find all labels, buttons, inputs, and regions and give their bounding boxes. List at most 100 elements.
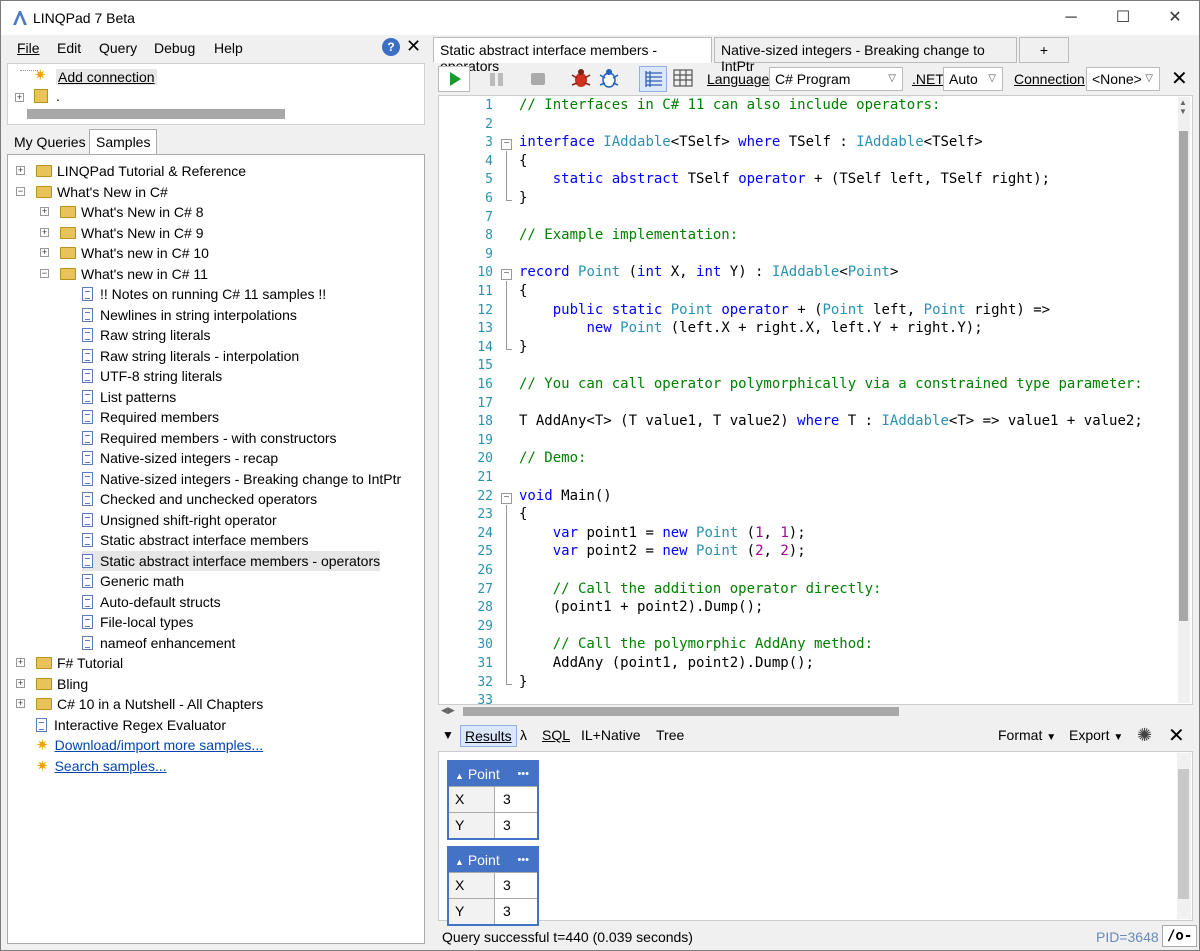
tab-static-abstract-operators[interactable]: Static abstract interface members - oper… — [433, 37, 712, 74]
menu-query[interactable]: Query — [99, 40, 137, 56]
close-query-icon[interactable]: ✕ — [1171, 66, 1188, 91]
tree-item[interactable]: What's New in C# 9 — [60, 223, 204, 243]
caret-down-icon: ▼ — [1046, 732, 1057, 743]
menu-help[interactable]: Help — [214, 40, 243, 56]
optimize-toggle[interactable]: /o- — [1162, 925, 1198, 947]
tab-my-queries[interactable]: My Queries — [7, 129, 93, 155]
document-icon — [82, 594, 93, 609]
tree-item[interactable]: Required members — [82, 407, 219, 427]
tree-item[interactable]: ✷ Search samples... — [36, 756, 167, 776]
tab-sql[interactable]: SQL — [542, 727, 570, 743]
tree-item[interactable]: Checked and unchecked operators — [82, 489, 317, 509]
code-editor[interactable]: 1 // Interfaces in C# 11 can also include… — [438, 95, 1193, 705]
format-menu[interactable]: Format ▼ — [998, 727, 1056, 743]
tree-item[interactable]: List patterns — [82, 387, 176, 407]
rich-text-view-button[interactable] — [639, 66, 667, 92]
tree-item[interactable]: !! Notes on running C# 11 samples !! — [82, 284, 326, 304]
help-icon[interactable]: ? — [382, 38, 400, 56]
tree-item[interactable]: C# 10 in a Nutshell - All Chapters — [36, 694, 263, 714]
collapse-icon[interactable]: − — [40, 268, 49, 278]
pause-button[interactable] — [479, 66, 515, 92]
grid-view-button[interactable] — [671, 66, 697, 92]
export-menu[interactable]: Export ▼ — [1069, 727, 1123, 743]
tab-lambda[interactable]: λ — [520, 727, 527, 743]
tab-native-sized-integers[interactable]: Native-sized integers - Breaking change … — [714, 37, 1017, 74]
expand-icon[interactable]: + — [16, 699, 25, 708]
tree-item[interactable]: Raw string literals - interpolation — [82, 346, 299, 366]
spinner-icon[interactable]: ✺ — [1137, 725, 1152, 746]
tree-item[interactable]: UTF-8 string literals — [82, 366, 222, 386]
close-panel-icon[interactable]: ✕ — [406, 36, 421, 57]
tree-item[interactable]: Interactive Regex Evaluator — [36, 715, 226, 735]
maximize-button[interactable]: ☐ — [1097, 1, 1149, 35]
tree-item[interactable]: Auto-default structs — [82, 592, 221, 612]
menu-edit[interactable]: Edit — [57, 40, 81, 56]
tab-results[interactable]: Results — [460, 725, 517, 747]
language-select[interactable]: C# Program ▽ — [769, 67, 903, 91]
editor-scroll-thumb[interactable] — [1179, 131, 1188, 621]
fold-collapse-icon[interactable]: − — [501, 492, 512, 504]
tree-item[interactable]: Generic math — [82, 571, 184, 591]
tree-item[interactable]: What's new in C# 10 — [60, 243, 209, 263]
stop-button[interactable] — [521, 66, 555, 92]
scroll-left-right-icon[interactable]: ◀▶ — [441, 705, 455, 716]
tree-item[interactable]: What's new in C# 11 — [60, 264, 208, 284]
tree-item[interactable]: F# Tutorial — [36, 653, 123, 673]
debug-continue-button[interactable] — [597, 66, 621, 92]
expand-icon[interactable]: + — [16, 658, 25, 667]
new-tab-button[interactable]: + — [1019, 37, 1069, 63]
menu-debug[interactable]: Debug — [154, 40, 195, 56]
local-connection-label[interactable]: . — [56, 88, 60, 104]
results-scroll-thumb[interactable] — [1178, 769, 1189, 899]
more-options-icon[interactable]: ••• — [517, 848, 529, 872]
minimize-button[interactable]: ─ — [1045, 1, 1097, 35]
tree-item[interactable]: Required members - with constructors — [82, 428, 337, 448]
close-results-icon[interactable]: ✕ — [1168, 723, 1185, 748]
export-label: Export — [1069, 727, 1110, 743]
tree-item[interactable]: Static abstract interface members — [82, 530, 309, 550]
tree-item[interactable]: What's New in C# 8 — [60, 202, 204, 222]
expand-icon[interactable]: + — [16, 678, 25, 688]
close-window-button[interactable]: ✕ — [1149, 1, 1199, 35]
tree-item[interactable]: LINQPad Tutorial & Reference — [36, 161, 246, 181]
fold-collapse-icon[interactable]: − — [501, 269, 512, 281]
tree-item[interactable]: Bling — [36, 674, 88, 694]
scroll-up-icon[interactable]: ▲ ▼ — [1179, 98, 1187, 116]
net-version-select[interactable]: Auto ▽ — [943, 67, 1003, 91]
expand-icon[interactable]: + — [40, 248, 49, 257]
tab-samples[interactable]: Samples — [89, 129, 158, 155]
collapse-icon[interactable]: − — [16, 186, 25, 196]
expand-icon[interactable]: + — [15, 93, 24, 102]
tree-item[interactable]: nameof enhancement — [82, 633, 235, 653]
more-options-icon[interactable]: ••• — [517, 762, 529, 786]
collapse-results-icon[interactable]: ▼ — [442, 728, 454, 742]
tab-il-native[interactable]: IL+Native — [581, 727, 641, 743]
tree-item[interactable]: Static abstract interface members - oper… — [82, 550, 381, 571]
tree-item[interactable]: Raw string literals — [82, 325, 210, 345]
expand-icon[interactable]: + — [16, 166, 25, 175]
tab-tree[interactable]: Tree — [656, 727, 684, 743]
tree-item[interactable]: ✷ Download/import more samples... — [36, 735, 263, 755]
connections-scrollbar[interactable] — [27, 109, 285, 119]
tree-item[interactable]: Unsigned shift-right operator — [82, 510, 277, 530]
result-header[interactable]: ▲ Point ••• — [449, 848, 537, 872]
add-connection-link[interactable]: Add connection — [56, 69, 157, 85]
run-button[interactable] — [438, 66, 470, 92]
tree-item[interactable]: Native-sized integers - Breaking change … — [82, 469, 401, 489]
tree-item[interactable]: File-local types — [82, 612, 193, 632]
connection-select[interactable]: <None> ▽ — [1086, 67, 1160, 91]
expand-icon[interactable]: + — [40, 227, 49, 237]
debug-break-button[interactable] — [569, 66, 593, 92]
code-line: // Interfaces in C# 11 can also include … — [519, 97, 941, 113]
fold-collapse-icon[interactable]: − — [501, 139, 512, 151]
menu-file[interactable]: File — [17, 40, 40, 56]
tree-item[interactable]: Native-sized integers - recap — [82, 448, 278, 468]
collapse-arrow-icon[interactable]: ▲ — [455, 857, 464, 867]
result-header[interactable]: ▲ Point ••• — [449, 762, 537, 786]
tree-item[interactable]: What's New in C# — [36, 182, 168, 202]
expand-icon[interactable]: + — [40, 207, 49, 216]
tree-item-label: What's new in C# 10 — [81, 245, 209, 261]
editor-hscroll-thumb[interactable] — [463, 707, 899, 716]
tree-item[interactable]: Newlines in string interpolations — [82, 305, 297, 325]
collapse-arrow-icon[interactable]: ▲ — [455, 771, 464, 781]
